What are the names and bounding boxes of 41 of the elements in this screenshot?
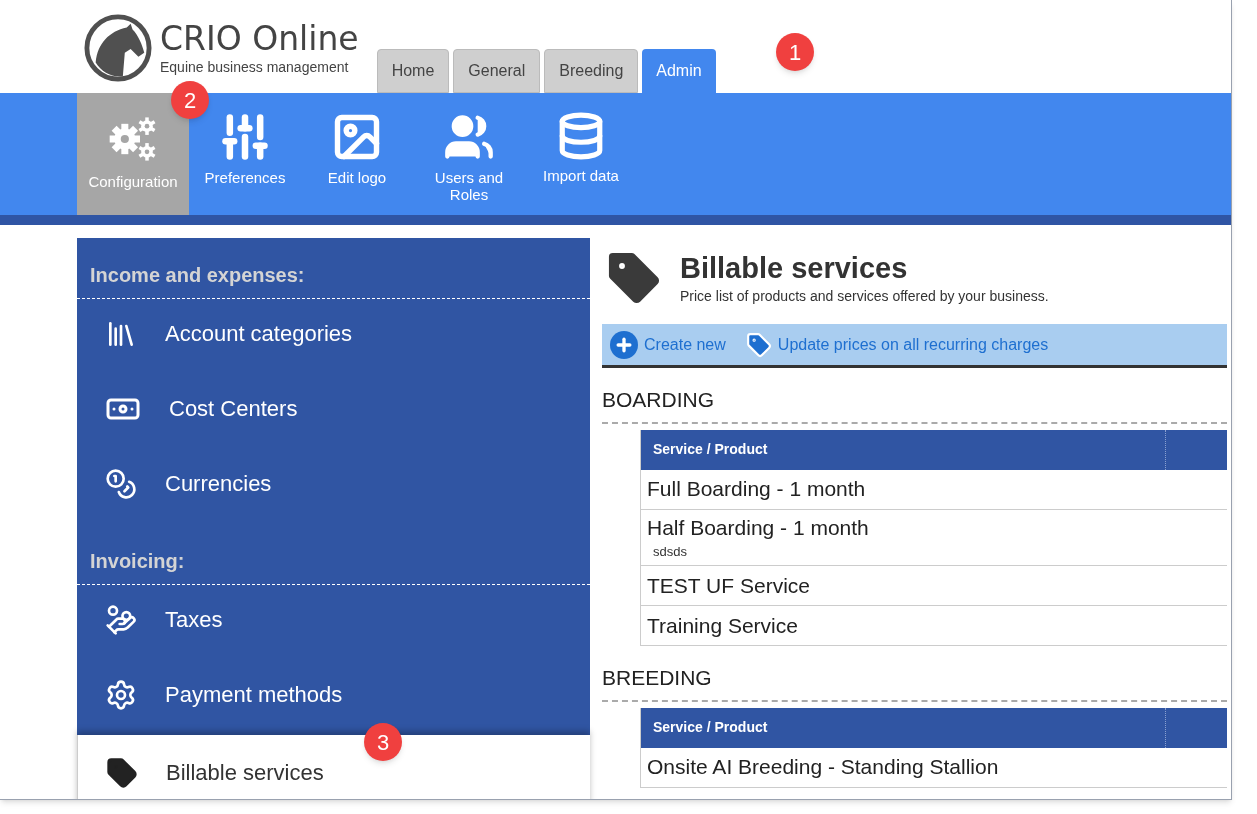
table-row[interactable]: Full Boarding - 1 month (641, 469, 1227, 510)
table-header: Service / Product (641, 429, 1227, 470)
horse-logo-icon (84, 14, 152, 82)
service-name: Training Service (647, 612, 799, 639)
hand-coins-icon (105, 603, 137, 636)
nav-tab[interactable]: General (453, 49, 541, 93)
toolbar-button[interactable]: Import data (525, 93, 637, 215)
sidebar-item[interactable]: Taxes (77, 585, 590, 660)
nav-tab[interactable]: Admin (642, 49, 716, 93)
nav-tab[interactable]: Home (376, 49, 450, 93)
sidebar-item[interactable]: Cost Centers (77, 374, 590, 449)
table-row[interactable]: Half Boarding - 1 month sdsds (641, 509, 1227, 566)
plus-icon (610, 330, 638, 359)
price-tag-icon (106, 756, 138, 789)
sliders-icon (219, 111, 271, 163)
nav-tab[interactable]: Breeding (544, 49, 639, 93)
app-subtitle: Equine business management (160, 58, 350, 76)
service-name: Half Boarding - 1 month (647, 514, 870, 541)
table-row[interactable]: TEST UF Service (641, 566, 1227, 606)
page-title: Billable services (680, 250, 909, 286)
sidebar-item[interactable]: Payment methods (77, 660, 590, 735)
section-heading: Invoicing: (90, 550, 185, 572)
sidebar-item[interactable]: Account categories (77, 299, 590, 374)
service-note: sdsds (652, 542, 688, 561)
service-name: Full Boarding - 1 month (647, 476, 867, 502)
section-heading: Income and expenses: (90, 264, 305, 286)
group-heading: BOARDING (602, 388, 714, 411)
table-row[interactable]: Training Service (641, 606, 1227, 646)
table-header: Service / Product (641, 707, 1227, 748)
sidebar-item[interactable]: Currencies (77, 449, 590, 524)
toolbar-button[interactable]: Users and Roles (413, 93, 525, 215)
settings-icon (105, 678, 137, 711)
coins-icon (105, 467, 137, 500)
price-tag-icon (745, 331, 772, 358)
page-subtitle: Price list of products and services offered by your business. (680, 286, 1049, 306)
app-title: CRIO Online (160, 20, 359, 58)
service-name: Onsite AI Breeding - Standing Stallion (647, 754, 1000, 780)
toolbar-button[interactable]: Edit logo (301, 93, 413, 215)
group-heading: BREEDING (602, 666, 712, 689)
table-row[interactable]: Onsite AI Breeding - Standing Stallion (641, 747, 1227, 788)
service-name: TEST UF Service (647, 572, 811, 599)
